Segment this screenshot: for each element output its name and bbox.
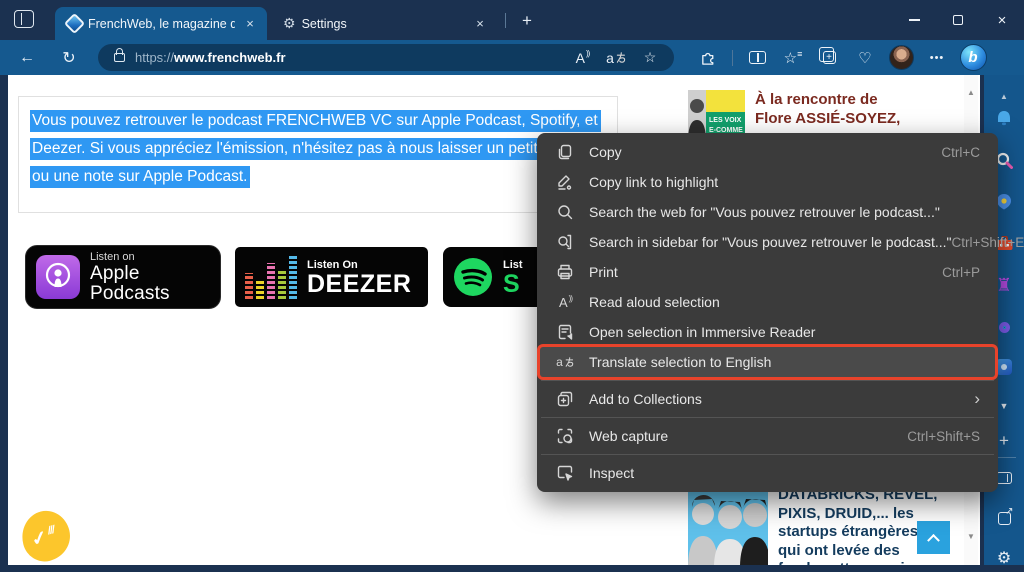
scrollbar-down-icon[interactable]: ▼ [964,529,978,543]
web-capture-icon [555,428,575,444]
tab-divider [505,13,506,28]
selection-line: Vous pouvez retrouver le podcast FRENCHW… [30,110,617,132]
new-tab-button[interactable]: + [514,8,540,34]
tab-title: Settings [302,17,465,31]
frenchweb-favicon [64,13,85,34]
search-icon [555,204,575,220]
lock-icon [114,53,125,62]
copy-icon [555,144,575,160]
svg-text:LES VOIX: LES VOIX [709,117,742,124]
search-sidebar-icon [555,234,575,250]
cookie-consent-badge[interactable]: ✓ /// [17,506,76,565]
browser-window: FrenchWeb, le magazine de l'éco × ⚙ Sett… [0,0,1024,572]
menu-item-add-to-collections[interactable]: Add to Collections › [540,384,995,414]
menu-separator [541,454,994,455]
tab-close-icon[interactable]: × [241,15,259,33]
slashes-icon: /// [46,524,55,537]
split-screen-button[interactable] [741,44,773,72]
url-scheme: https:// [135,50,174,65]
deezer-badge[interactable]: Listen On DEEZER [235,247,428,307]
inspect-icon [555,465,575,481]
read-aloud-waves-icon: )) [586,49,589,58]
submenu-chevron-icon: › [974,392,980,406]
article-thumbnail [688,486,768,565]
minimize-button[interactable] [892,0,936,40]
menu-item-print[interactable]: Print Ctrl+P [540,257,995,287]
menu-item-read-aloud[interactable]: A)) Read aloud selection [540,287,995,317]
sidebar-notifications-bell-icon[interactable] [984,103,1024,133]
toolbar: ← ↻ https://www.frenchweb.fr A)) a ☆ ☆≡ … [0,40,1024,75]
deezer-equalizer-icon [245,255,297,299]
apple-podcasts-badge[interactable]: Listen on Apple Podcasts [25,245,221,309]
translate-icon: a [555,355,575,369]
apple-podcasts-icon [36,255,80,299]
settings-gear-icon: ⚙ [283,15,296,32]
menu-item-search-sidebar[interactable]: Search in sidebar for "Vous pouvez retro… [540,227,995,257]
hiragana-icon [615,51,626,64]
print-icon [555,264,575,280]
refresh-button[interactable]: ↻ [54,44,84,72]
favorites-button[interactable]: ☆≡ [777,44,809,72]
translate-button[interactable]: a [602,46,630,70]
close-button[interactable]: × [980,0,1024,40]
window-controls: × [892,0,1024,40]
menu-item-immersive-reader[interactable]: Open selection in Immersive Reader [540,317,995,347]
scroll-to-top-button[interactable] [917,521,950,554]
menu-item-copy-link-to-highlight[interactable]: Copy link to highlight [540,167,995,197]
selection-line: ou une note sur Apple Podcast. [30,166,617,188]
context-menu: Copy Ctrl+C Copy link to highlight Searc… [537,133,998,492]
collections-icon: + [823,51,836,64]
menu-item-search-web[interactable]: Search the web for "Vous pouvez retrouve… [540,197,995,227]
collections-button[interactable]: + [813,44,845,72]
tab-actions-menu-icon[interactable] [14,10,34,28]
tab-title: FrenchWeb, le magazine de l'éco [88,17,235,31]
spotify-icon [453,257,493,297]
split-screen-icon [749,51,766,64]
back-button[interactable]: ← [12,44,42,72]
url-text: https://www.frenchweb.fr [135,50,568,65]
settings-menu-button[interactable]: ••• [921,44,953,72]
read-aloud-button[interactable]: A)) [568,46,596,70]
browser-essentials-button[interactable]: ♡ [849,44,881,72]
bing-icon: b [960,44,987,71]
chevron-up-icon [927,534,940,547]
read-aloud-icon: A)) [555,295,575,310]
selected-paragraph: Vous pouvez retrouver le podcast FRENCHW… [18,96,618,213]
menu-separator [541,417,994,418]
menu-item-web-capture[interactable]: Web capture Ctrl+Shift+S [540,421,995,451]
selection-line: Deezer. Si vous appréciez l'émission, n'… [30,138,617,160]
menu-item-copy[interactable]: Copy Ctrl+C [540,137,995,167]
scrollbar-up-icon[interactable]: ▲ [964,85,978,99]
title-bar: FrenchWeb, le magazine de l'éco × ⚙ Sett… [0,0,1024,40]
favorites-star-icon: ☆ [784,49,797,67]
profile-avatar [889,45,914,70]
menu-item-inspect[interactable]: Inspect [540,458,995,488]
extensions-button[interactable] [692,44,724,72]
window-bottom-edge [0,565,1024,572]
url-host: www.frenchweb.fr [174,50,285,65]
favorites-lines-icon: ≡ [797,49,802,59]
maximize-button[interactable] [936,0,980,40]
favorite-star-icon[interactable]: ☆ [636,46,664,70]
profile-button[interactable] [885,44,917,72]
copy-link-highlight-icon [555,174,575,190]
tab-settings[interactable]: ⚙ Settings × [271,7,497,40]
immersive-reader-icon [555,324,575,340]
bing-chat-button[interactable]: b [957,44,989,72]
tab-close-icon[interactable]: × [471,15,489,33]
menu-separator [541,380,994,381]
collections-add-icon [555,391,575,407]
toolbar-divider [732,50,733,66]
tab-frenchweb[interactable]: FrenchWeb, le magazine de l'éco × [55,7,267,40]
menu-item-translate-selection[interactable]: a Translate selection to English [540,347,995,377]
address-bar[interactable]: https://www.frenchweb.fr A)) a ☆ [98,44,674,71]
sidebar-open-external-icon[interactable]: ↗ [984,503,1024,533]
